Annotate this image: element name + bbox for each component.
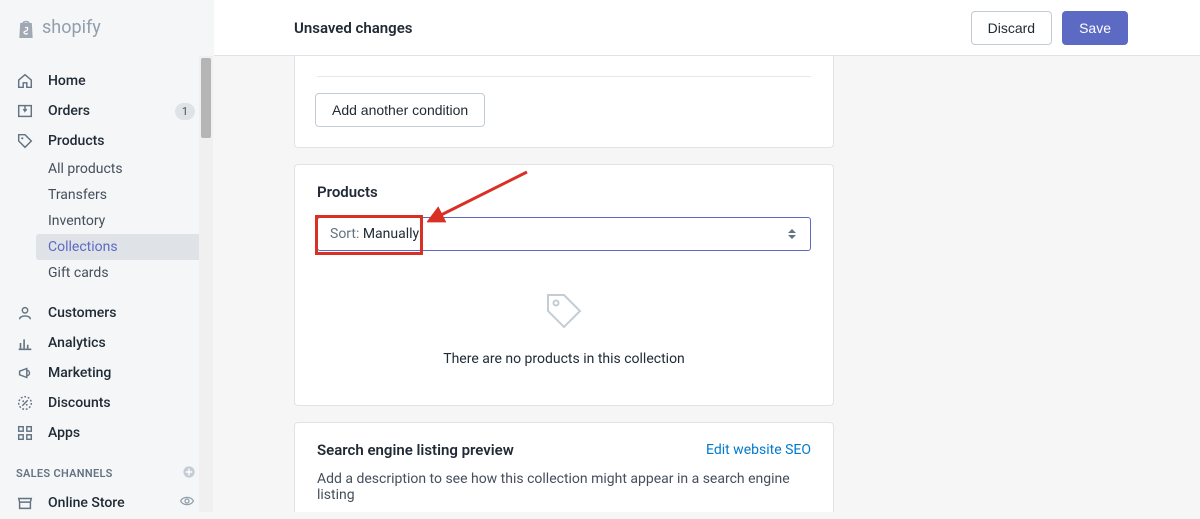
empty-text: There are no products in this collection <box>443 351 685 367</box>
unsaved-status: Unsaved changes <box>294 19 413 37</box>
seo-card: Search engine listing preview Edit websi… <box>294 422 834 512</box>
nav-label: Orders <box>48 103 161 119</box>
sales-channels-label: SALES CHANNELS <box>16 467 113 480</box>
products-title: Products <box>317 183 811 201</box>
scrollbar-thumb[interactable] <box>201 58 211 138</box>
nav-apps[interactable]: Apps <box>0 418 213 448</box>
nav-online-store[interactable]: Online Store <box>0 487 213 519</box>
main-content: Add another condition Products Sort: Man… <box>214 56 1200 512</box>
products-card: Products Sort: Manually <box>294 164 834 406</box>
nav-orders[interactable]: Orders 1 <box>0 96 213 126</box>
nav-products[interactable]: Products <box>0 126 213 156</box>
eye-icon[interactable] <box>179 493 195 513</box>
add-channel-icon[interactable] <box>181 464 197 483</box>
orders-badge: 1 <box>175 103 195 120</box>
seo-desc: Add a description to see how this collec… <box>317 471 811 503</box>
sort-prefix: Sort: <box>330 226 363 242</box>
topbar: shopify Unsaved changes Discard Save <box>0 0 1200 56</box>
nav-label: Analytics <box>48 335 201 351</box>
nav-customers[interactable]: Customers <box>0 298 213 328</box>
discount-icon <box>16 394 34 412</box>
nav-label: Customers <box>48 305 201 321</box>
customers-icon <box>16 304 34 322</box>
nav-label: Home <box>48 73 201 89</box>
analytics-icon <box>16 334 34 352</box>
empty-state: There are no products in this collection <box>317 251 811 387</box>
sort-value: Manually <box>363 226 419 242</box>
nav-marketing[interactable]: Marketing <box>0 358 213 388</box>
seo-title: Search engine listing preview <box>317 441 514 459</box>
sidebar: Home Orders 1 Products All products Tran… <box>0 56 214 512</box>
brand-name: shopify <box>42 17 101 38</box>
updown-caret-icon <box>788 227 798 241</box>
brand-area: shopify <box>0 0 214 56</box>
sales-channels-header: SALES CHANNELS <box>0 456 213 487</box>
discard-button[interactable]: Discard <box>971 11 1052 45</box>
nav-all-products[interactable]: All products <box>0 156 213 182</box>
nav-collections[interactable]: Collections <box>36 234 205 260</box>
nav-label: Products <box>48 133 201 149</box>
conditions-card-partial: Add another condition <box>294 56 834 148</box>
nav-analytics[interactable]: Analytics <box>0 328 213 358</box>
topbar-main: Unsaved changes Discard Save <box>214 11 1200 45</box>
topbar-actions: Discard Save <box>971 11 1128 45</box>
brand-logo[interactable]: shopify <box>16 17 101 39</box>
apps-icon <box>16 424 34 442</box>
nav-discounts[interactable]: Discounts <box>0 388 213 418</box>
megaphone-icon <box>16 364 34 382</box>
nav-label: Marketing <box>48 365 201 381</box>
add-condition-button[interactable]: Add another condition <box>315 93 485 127</box>
nav-label: Discounts <box>48 395 201 411</box>
save-button[interactable]: Save <box>1062 11 1128 45</box>
tag-icon <box>16 132 34 150</box>
sidebar-scrollbar[interactable] <box>199 56 213 512</box>
store-icon <box>16 494 34 512</box>
edit-seo-link[interactable]: Edit website SEO <box>706 442 811 458</box>
nav-home[interactable]: Home <box>0 66 213 96</box>
shopify-bag-icon <box>16 17 36 39</box>
nav-label: Online Store <box>48 495 165 511</box>
sort-select[interactable]: Sort: Manually <box>317 217 811 251</box>
nav-label: Apps <box>48 425 201 441</box>
nav-transfers[interactable]: Transfers <box>0 182 213 208</box>
orders-icon <box>16 102 34 120</box>
tag-outline-icon <box>542 291 586 331</box>
nav-inventory[interactable]: Inventory <box>0 208 213 234</box>
home-icon <box>16 72 34 90</box>
nav-gift-cards[interactable]: Gift cards <box>0 260 213 286</box>
